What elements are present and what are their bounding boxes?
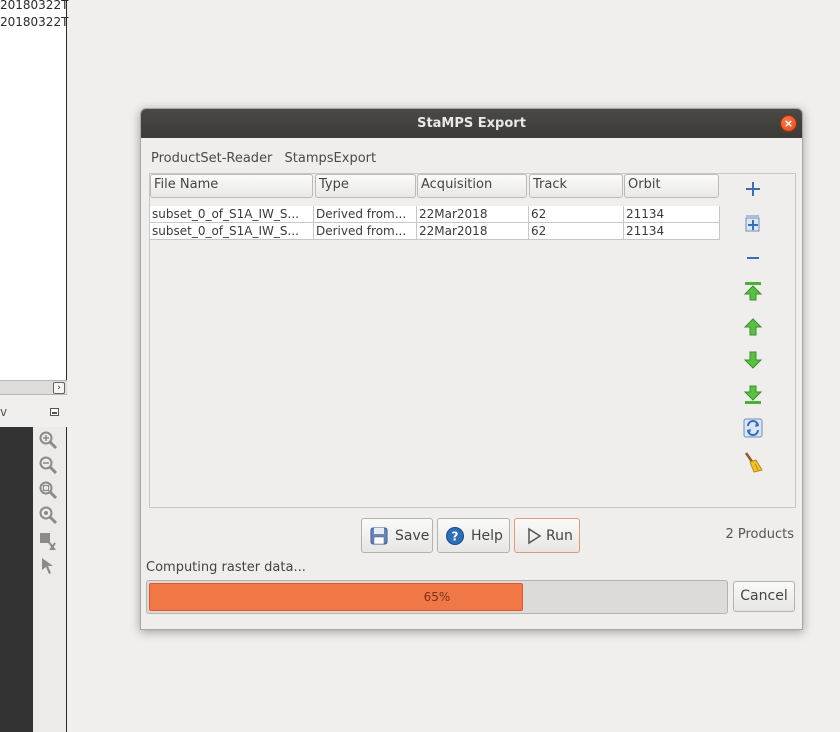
cell-track: 62 xyxy=(529,223,624,240)
column-header-file-name[interactable]: File Name xyxy=(150,174,313,198)
cancel-button[interactable]: Cancel xyxy=(733,581,795,612)
scroll-right-icon[interactable]: › xyxy=(53,382,65,394)
view-canvas[interactable] xyxy=(0,427,33,732)
column-header-track[interactable]: Track xyxy=(529,174,623,198)
zoom-out-icon[interactable] xyxy=(38,455,58,475)
cell-acquisition: 22Mar2018 xyxy=(417,206,529,223)
add-multiple-icon[interactable] xyxy=(741,212,765,236)
cell-acquisition: 22Mar2018 xyxy=(417,223,529,240)
list-item[interactable]: 20180322T xyxy=(0,0,68,12)
panel-header-label: v xyxy=(0,405,8,419)
list-item[interactable]: 20180322T xyxy=(0,15,68,29)
table-row[interactable]: subset_0_of_S1A_IW_S... Derived from... … xyxy=(150,206,720,223)
product-table-panel: File Name Type Acquisition Track Orbit s… xyxy=(149,173,796,508)
tab-strip: ProductSet-Reader StampsExport xyxy=(151,151,384,166)
dialog-title: StaMPS Export xyxy=(417,116,526,131)
horizontal-scrollbar[interactable]: › xyxy=(0,380,67,395)
move-bottom-icon[interactable] xyxy=(741,383,765,407)
zoom-all-icon[interactable] xyxy=(38,505,58,525)
panel-header: v xyxy=(0,402,67,424)
move-up-icon[interactable] xyxy=(741,315,765,339)
close-icon[interactable]: × xyxy=(780,115,797,132)
minimize-icon[interactable] xyxy=(50,408,59,416)
clear-icon[interactable] xyxy=(741,450,765,474)
pan-icon[interactable] xyxy=(38,531,58,551)
zoom-fit-icon[interactable] xyxy=(38,480,58,500)
help-icon: ? xyxy=(445,526,465,546)
progress-status: Computing raster data... xyxy=(146,560,306,575)
progress-percent: 65% xyxy=(423,590,451,604)
help-button[interactable]: ? Help xyxy=(437,518,510,553)
cell-file-name: subset_0_of_S1A_IW_S... xyxy=(150,206,314,223)
save-button[interactable]: Save xyxy=(361,518,433,553)
zoom-in-icon[interactable] xyxy=(38,430,58,450)
product-library-panel: 20180322T 20180322T xyxy=(0,0,68,395)
save-icon xyxy=(369,526,389,546)
run-button-label: Run xyxy=(546,528,573,544)
move-down-icon[interactable] xyxy=(741,348,765,372)
progress-bar: 65% xyxy=(146,580,728,614)
column-header-type[interactable]: Type xyxy=(315,174,416,198)
cell-orbit: 21134 xyxy=(624,206,720,223)
column-header-orbit[interactable]: Orbit xyxy=(624,174,719,198)
cell-orbit: 21134 xyxy=(624,223,720,240)
move-top-icon[interactable] xyxy=(741,279,765,303)
add-icon[interactable] xyxy=(741,177,765,201)
zoom-toolbar xyxy=(33,427,67,732)
select-tool-icon[interactable] xyxy=(38,556,58,576)
refresh-icon[interactable] xyxy=(741,416,765,440)
cell-type: Derived from... xyxy=(314,206,417,223)
help-button-label: Help xyxy=(471,528,503,544)
cell-file-name: subset_0_of_S1A_IW_S... xyxy=(150,223,314,240)
save-button-label: Save xyxy=(395,528,430,544)
play-icon xyxy=(524,526,544,546)
products-count: 2 Products xyxy=(725,527,794,542)
tab-stamps-export[interactable]: StampsExport xyxy=(285,151,377,166)
column-header-acquisition[interactable]: Acquisition xyxy=(417,174,527,198)
table-row[interactable]: subset_0_of_S1A_IW_S... Derived from... … xyxy=(150,223,720,240)
cell-type: Derived from... xyxy=(314,223,417,240)
remove-icon[interactable] xyxy=(741,246,765,270)
run-button[interactable]: Run xyxy=(514,518,580,553)
dialog-titlebar[interactable]: StaMPS Export × xyxy=(141,109,802,138)
cell-track: 62 xyxy=(529,206,624,223)
tab-productset-reader[interactable]: ProductSet-Reader xyxy=(151,151,272,166)
svg-text:?: ? xyxy=(452,530,459,544)
